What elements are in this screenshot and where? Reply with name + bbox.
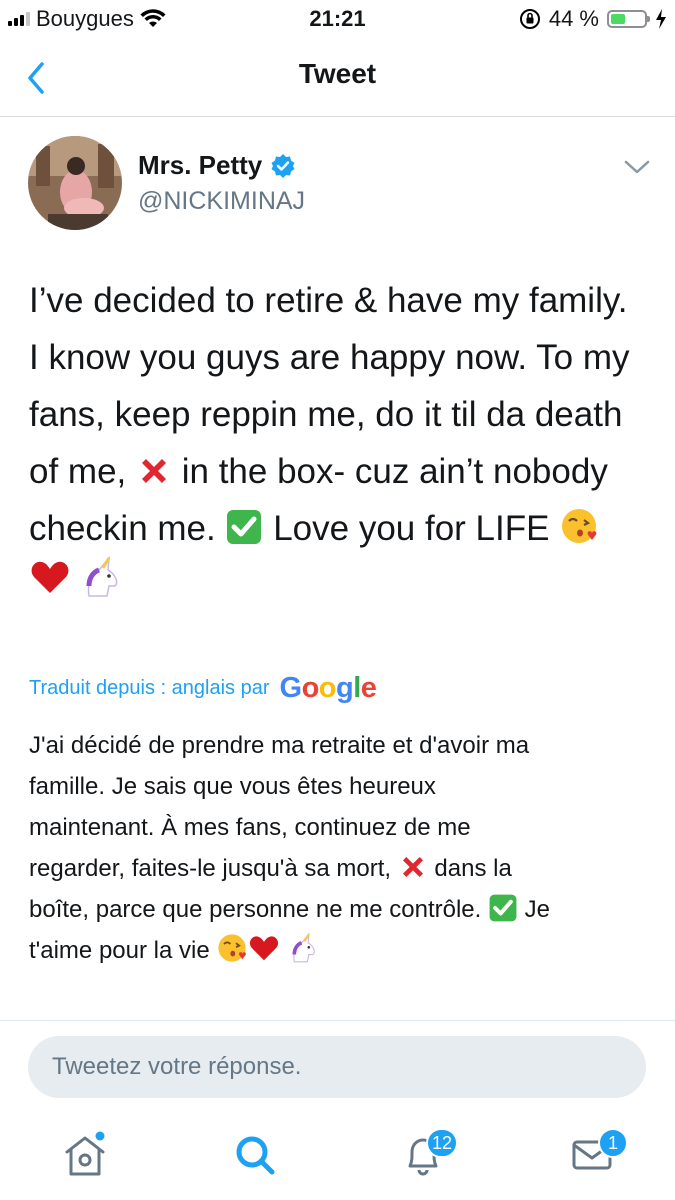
tweet-emoji-row <box>29 556 123 598</box>
check-mark-emoji <box>489 894 517 922</box>
cross-mark-emoji <box>142 459 166 483</box>
status-bar: Bouygues 21:21 44 % <box>0 0 675 40</box>
tweet-text-part: Love you for LIFE <box>263 509 550 548</box>
unicorn-emoji <box>292 932 315 963</box>
chevron-down-icon[interactable] <box>622 156 652 178</box>
unicorn-emoji <box>86 556 118 597</box>
tweet-text: I’ve decided to retire & have my family.… <box>29 272 654 557</box>
author-handle[interactable]: @NICKIMINAJ <box>138 187 305 216</box>
home-icon[interactable] <box>60 1130 110 1180</box>
battery-percent: 44 % <box>548 6 599 31</box>
heart-emoji <box>31 561 69 593</box>
messages-badge: 1 <box>598 1128 628 1158</box>
translated-text: J'ai décidé de prendre ma retraite et d'… <box>29 725 644 971</box>
translation-attribution[interactable]: Traduit depuis : anglais par Google <box>29 672 377 705</box>
battery-level-fill <box>611 14 626 24</box>
orientation-lock-icon <box>519 9 540 29</box>
status-right-group: 44 % <box>519 6 667 32</box>
charging-icon <box>656 9 666 29</box>
cross-mark-emoji <box>402 857 423 877</box>
battery-icon <box>607 10 650 28</box>
kiss-emoji <box>218 934 247 962</box>
translation-label: Traduit depuis : anglais par <box>29 677 270 699</box>
google-logo: Google <box>279 672 377 704</box>
reply-input[interactable]: Tweetez votre réponse. <box>28 1036 646 1098</box>
check-mark-emoji <box>227 510 262 544</box>
kiss-emoji <box>562 509 597 543</box>
author-name[interactable]: Mrs. Petty <box>138 150 262 181</box>
navigation-bar: Tweet <box>0 40 675 117</box>
author-block: Mrs. Petty @NICKIMINAJ <box>138 150 305 216</box>
avatar[interactable] <box>28 136 122 230</box>
notifications-badge: 12 <box>426 1128 459 1158</box>
reply-divider <box>0 1020 675 1021</box>
verified-badge-icon <box>271 153 295 178</box>
tab-bar: 12 1 <box>0 1112 675 1200</box>
reply-placeholder: Tweetez votre réponse. <box>52 1053 302 1080</box>
search-icon[interactable] <box>230 1130 280 1180</box>
heart-emoji <box>250 936 279 961</box>
page-title: Tweet <box>298 58 377 89</box>
